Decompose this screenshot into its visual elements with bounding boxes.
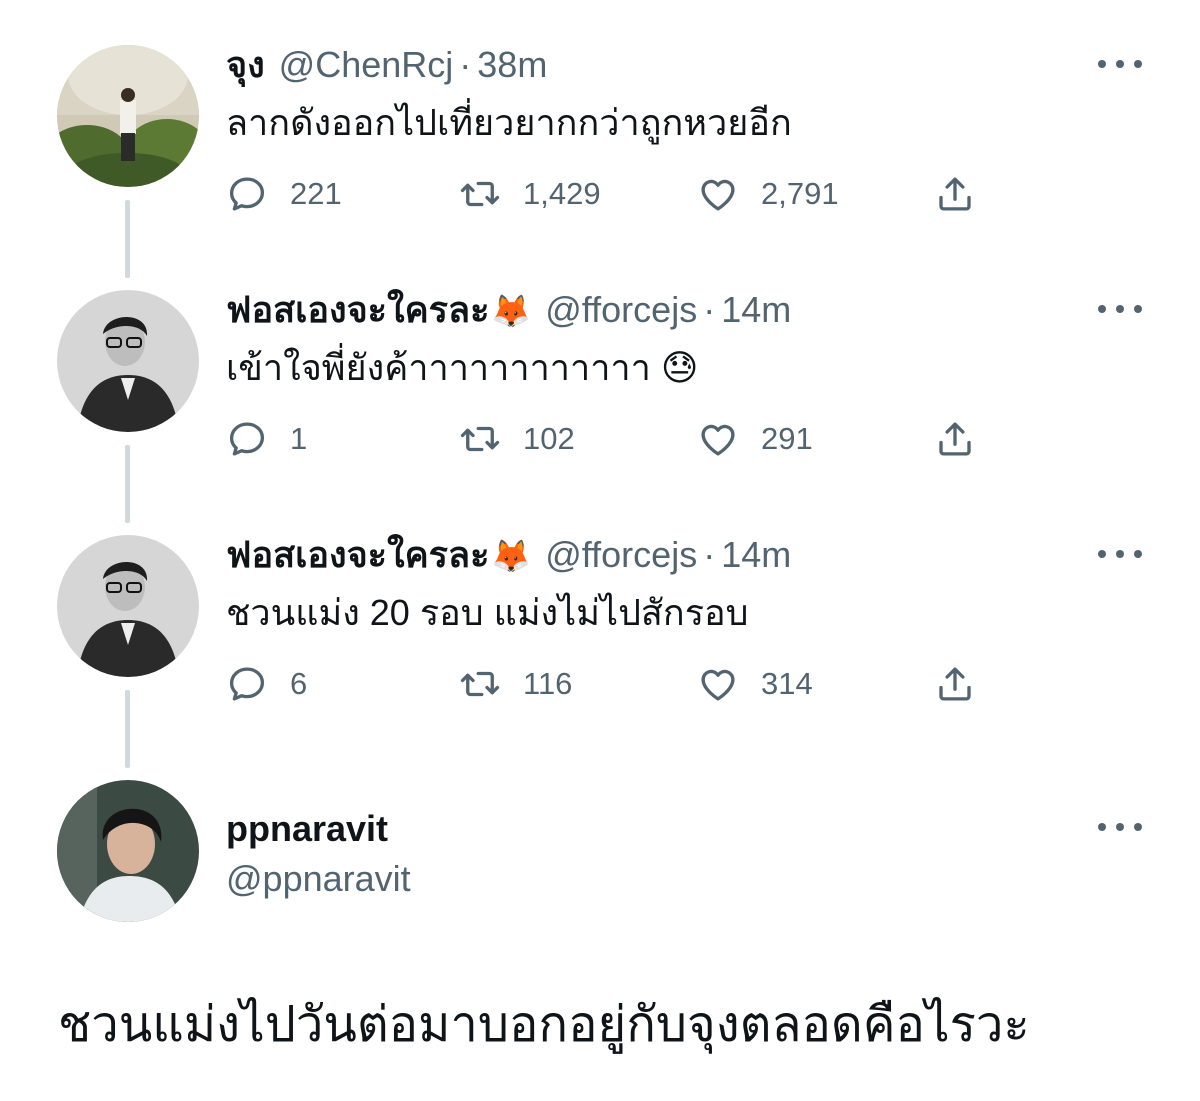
user-handle[interactable]: @fforcejs [545, 285, 697, 335]
more-icon[interactable] [1098, 817, 1142, 837]
profile-handle[interactable]: @ppnaravit [226, 854, 411, 904]
retweet-button[interactable]: 116 [459, 659, 572, 709]
avatar-chenrcj[interactable] [57, 45, 199, 187]
tweet-actions: 6 116 314 [0, 659, 1200, 709]
tweet-text: ลากดังออกไปเที่ยวยากกว่าถูกหวยอีก [226, 102, 792, 143]
like-count: 2,791 [761, 176, 839, 211]
retweet-icon [460, 181, 500, 207]
separator: · [703, 289, 716, 330]
tweet-header: จุง @ChenRcj · 38m [226, 40, 547, 90]
reply-icon [229, 177, 265, 211]
like-count: 291 [761, 421, 813, 456]
share-icon [939, 422, 971, 456]
user-handle[interactable]: @fforcejs [545, 530, 697, 580]
avatar-image [57, 780, 199, 922]
retweet-button[interactable]: 1,429 [459, 169, 601, 219]
retweet-icon [460, 426, 500, 452]
like-button[interactable]: 291 [697, 414, 813, 464]
user-handle[interactable]: @ChenRcj [279, 40, 454, 90]
fox-emoji: 🦊 [491, 538, 532, 574]
display-name[interactable]: ฟอสเองจะใครละ [226, 530, 489, 580]
more-icon[interactable] [1098, 54, 1142, 74]
reply-button[interactable]: 221 [226, 169, 342, 219]
tweet-text: เข้าใจพี่ยังค้าาาาาาาาาาาา 😓 [226, 347, 699, 388]
fox-emoji: 🦊 [491, 293, 532, 329]
caption-text: ชวนแม่งไปวันต่อมาบอกอยู่กับจุงตลอดคือไรว… [58, 998, 1030, 1052]
avatar-image [57, 290, 199, 432]
timestamp[interactable]: 38m [477, 40, 547, 90]
reply-button[interactable]: 6 [226, 659, 307, 709]
more-icon[interactable] [1098, 299, 1142, 319]
reply-icon [229, 422, 265, 456]
avatar-image [57, 45, 199, 187]
tweet-header: ฟอสเองจะใครละ 🦊 @fforcejs · 14m [226, 285, 791, 335]
reply-count: 1 [290, 421, 308, 456]
retweet-count: 102 [523, 421, 575, 456]
display-name[interactable]: ฟอสเองจะใครละ [226, 285, 489, 335]
more-icon[interactable] [1098, 544, 1142, 564]
reply-button[interactable]: 1 [226, 414, 307, 464]
share-button[interactable] [934, 169, 976, 219]
avatar-ppnaravit[interactable] [57, 780, 199, 922]
avatar-fforcejs[interactable] [57, 535, 199, 677]
tweet-actions: 221 1,429 2,791 [0, 169, 1200, 219]
avatar-fforcejs[interactable] [57, 290, 199, 432]
tweet-actions: 1 102 291 [0, 414, 1200, 464]
reply-icon [229, 667, 265, 701]
retweet-button[interactable]: 102 [459, 414, 575, 464]
like-button[interactable]: 2,791 [697, 169, 839, 219]
display-name[interactable]: จุง [226, 40, 265, 90]
separator: · [459, 44, 472, 85]
timestamp[interactable]: 14m [721, 530, 791, 580]
separator: · [703, 534, 716, 575]
avatar-image [57, 535, 199, 677]
share-icon [939, 177, 971, 211]
heart-icon [701, 424, 735, 456]
tweet-header: ฟอสเองจะใครละ 🦊 @fforcejs · 14m [226, 530, 791, 580]
heart-icon [701, 179, 735, 211]
retweet-icon [460, 671, 500, 697]
share-button[interactable] [934, 414, 976, 464]
share-icon [939, 667, 971, 701]
retweet-count: 1,429 [523, 176, 601, 211]
like-button[interactable]: 314 [697, 659, 813, 709]
timestamp[interactable]: 14m [721, 285, 791, 335]
heart-icon [701, 669, 735, 701]
share-button[interactable] [934, 659, 976, 709]
tweet-text: ชวนแม่ง 20 รอบ แม่งไม่ไปสักรอบ [226, 592, 749, 633]
like-count: 314 [761, 666, 813, 701]
profile-display-name[interactable]: ppnaravit [226, 804, 388, 854]
reply-count: 6 [290, 666, 308, 701]
retweet-count: 116 [523, 666, 573, 701]
reply-count: 221 [290, 176, 342, 211]
